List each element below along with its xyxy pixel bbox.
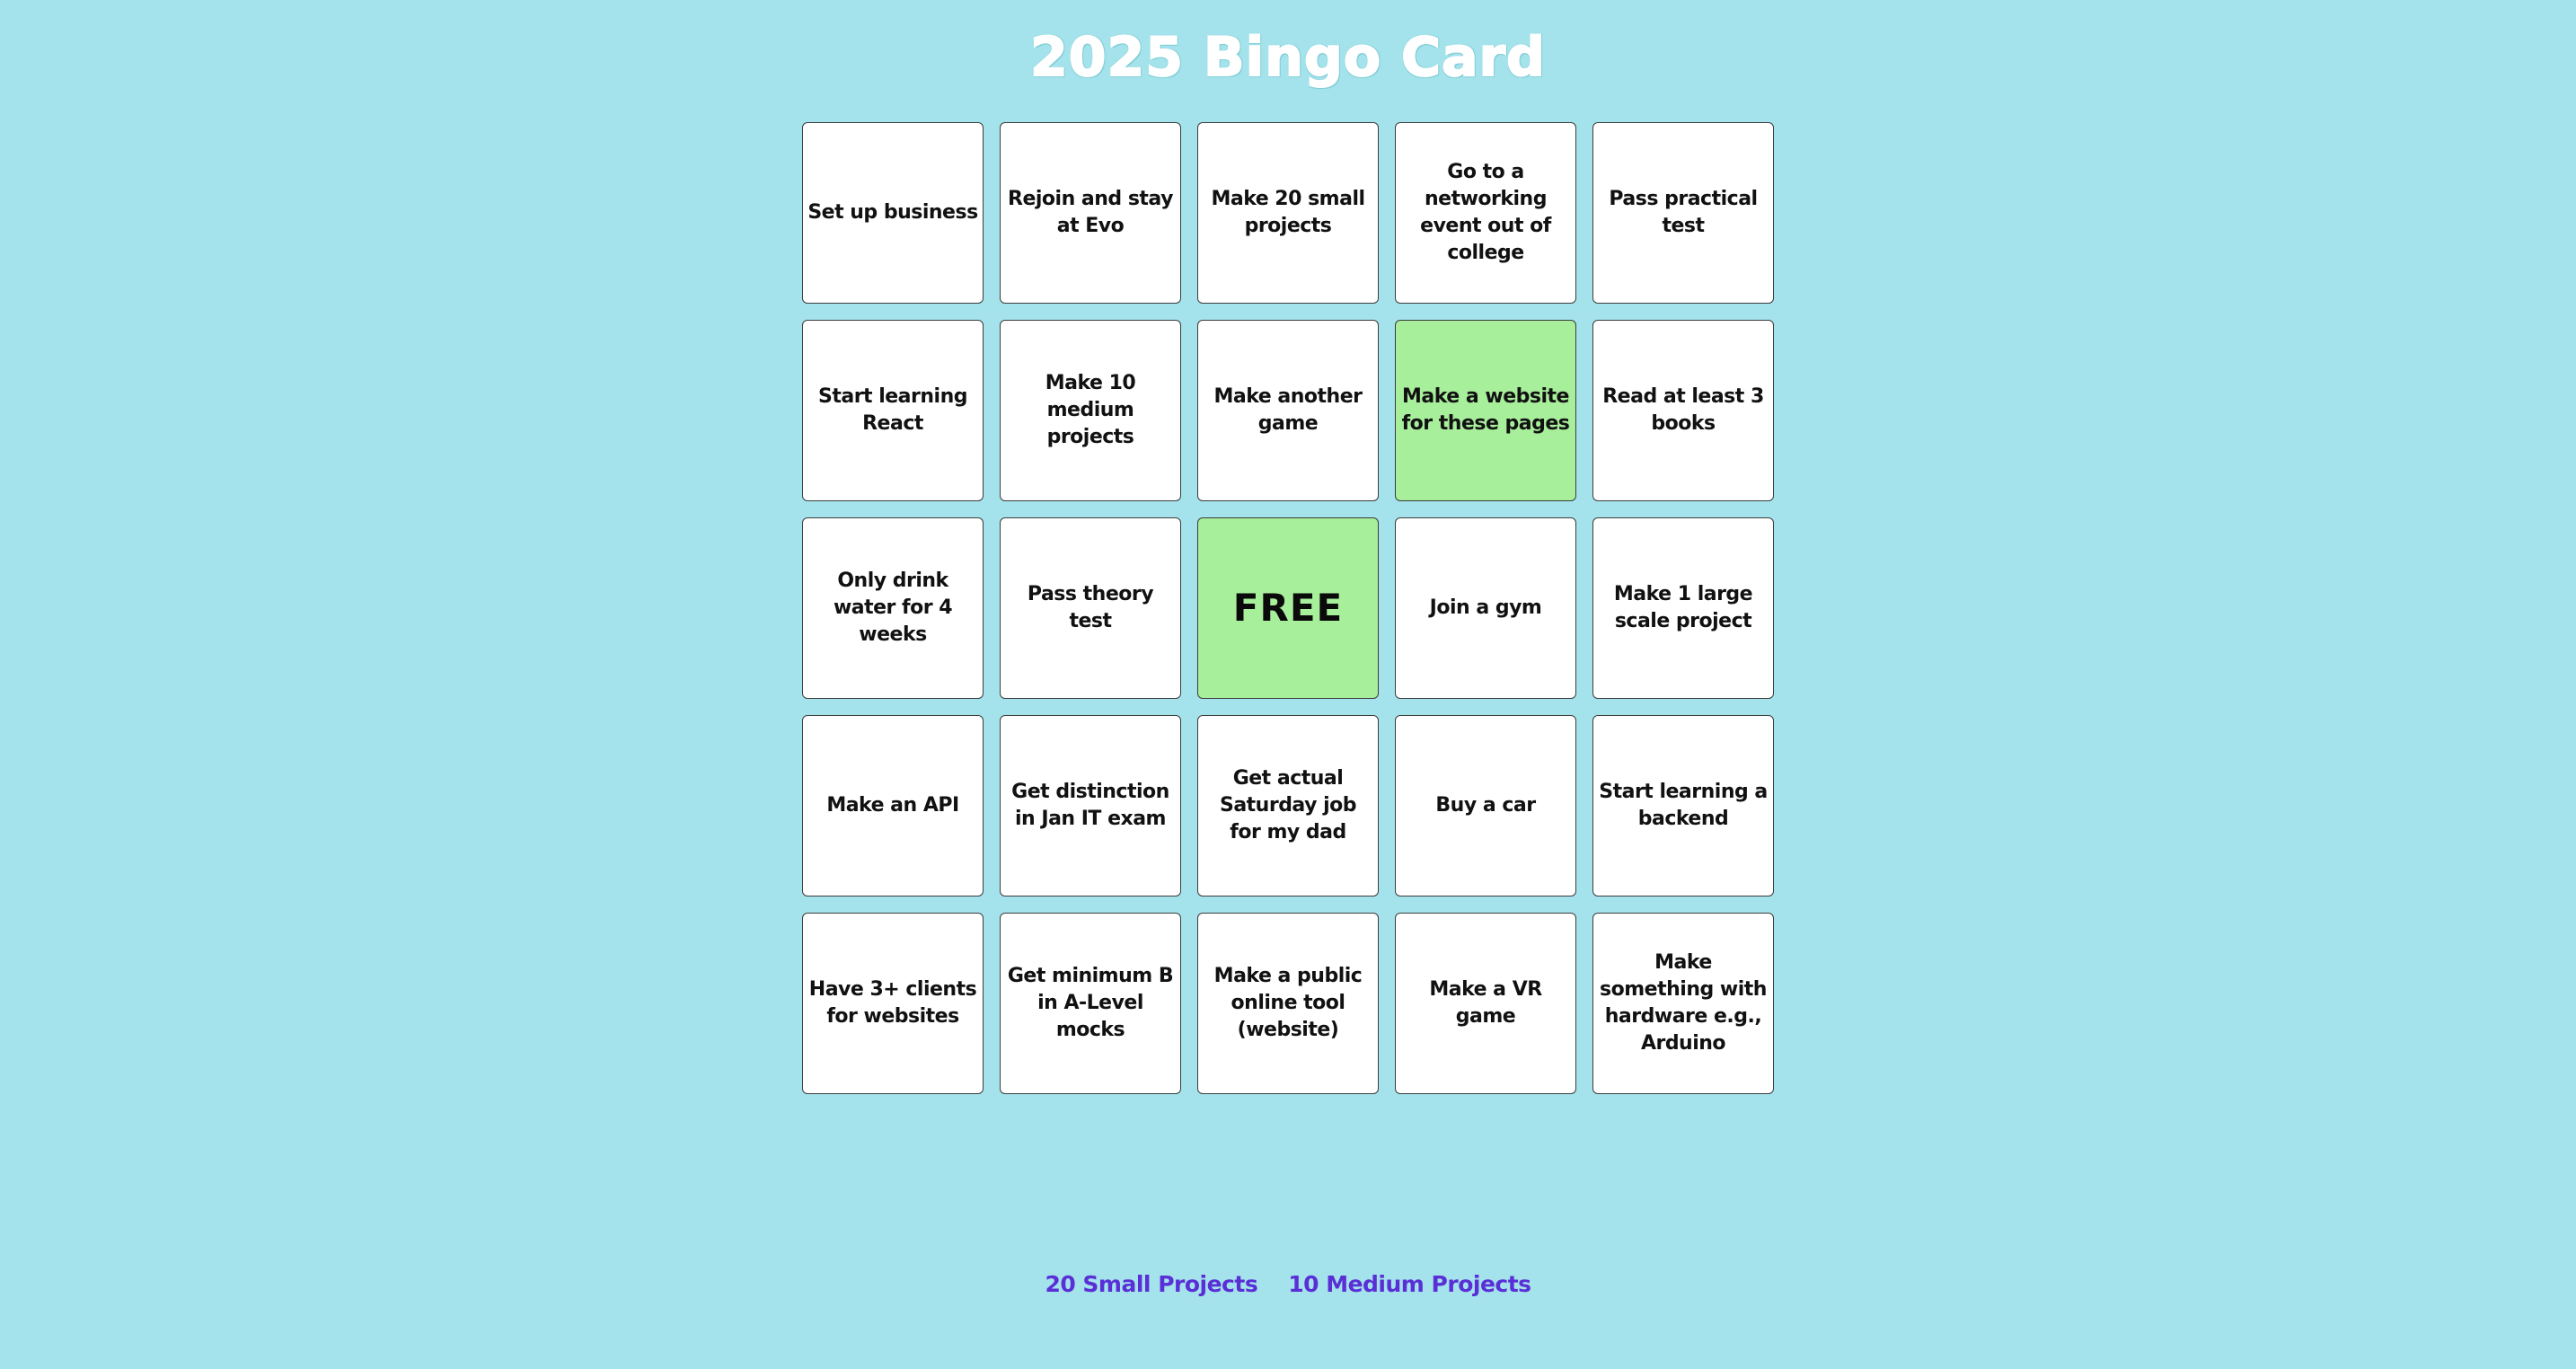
bingo-cell-label: Make a public online tool (website): [1213, 965, 1363, 1041]
bingo-cell-label: Pass theory test: [1027, 583, 1154, 632]
bingo-cell[interactable]: Make 1 large scale project: [1592, 517, 1774, 699]
bingo-cell-label: Make an API: [826, 794, 959, 817]
bingo-cell-label: FREE: [1232, 586, 1344, 630]
bingo-cell-label: Make 20 small projects: [1211, 188, 1365, 237]
link-medium-projects[interactable]: 10 Medium Projects: [1288, 1267, 1531, 1303]
bingo-cell-label: Make 1 large scale project: [1613, 583, 1753, 632]
bingo-cell-label: Make a VR game: [1429, 978, 1542, 1028]
bingo-cell[interactable]: Have 3+ clients for websites: [802, 913, 984, 1094]
bingo-cell[interactable]: Make a VR game: [1395, 913, 1576, 1094]
bingo-cell-label: Have 3+ clients for websites: [808, 978, 977, 1028]
bingo-cell[interactable]: Make 20 small projects: [1197, 122, 1379, 304]
bingo-cell[interactable]: Make something with hardware e.g., Ardui…: [1592, 913, 1774, 1094]
bingo-cell[interactable]: Make a website for these pages: [1395, 320, 1576, 501]
bingo-cell-label: Go to a networking event out of college: [1420, 161, 1551, 264]
bingo-cell-label: Only drink water for 4 weeks: [833, 570, 953, 646]
bingo-cell[interactable]: Start learning React: [802, 320, 984, 501]
bingo-cell-label: Pass practical test: [1609, 188, 1758, 237]
bingo-cell-label: Join a gym: [1429, 596, 1542, 619]
page-title: 2025 Bingo Card: [1029, 25, 1546, 90]
bingo-cell-label: Rejoin and stay at Evo: [1008, 188, 1173, 237]
bingo-cell-label: Set up business: [807, 201, 978, 224]
bingo-cell[interactable]: Rejoin and stay at Evo: [1000, 122, 1181, 304]
bingo-cell[interactable]: Start learning a backend: [1592, 715, 1774, 896]
bingo-cell[interactable]: Go to a networking event out of college: [1395, 122, 1576, 304]
bingo-cell-label: Get distinction in Jan IT exam: [1011, 781, 1169, 830]
bingo-grid: Set up business Rejoin and stay at Evo Mak…: [802, 122, 1774, 1094]
bingo-cell[interactable]: Get actual Saturday job for my dad: [1197, 715, 1379, 896]
bingo-cell[interactable]: Buy a car: [1395, 715, 1576, 896]
bingo-cell[interactable]: Pass practical test: [1592, 122, 1774, 304]
bingo-cell-label: Make a website for these pages: [1401, 385, 1570, 435]
bingo-cell[interactable]: Join a gym: [1395, 517, 1576, 699]
bingo-cell[interactable]: Pass theory test: [1000, 517, 1181, 699]
bingo-cell-label: Make something with hardware e.g., Ardui…: [1600, 951, 1767, 1055]
bingo-cell[interactable]: Make a public online tool (website): [1197, 913, 1379, 1094]
bingo-cell-label: Make another game: [1213, 385, 1363, 435]
bingo-cell[interactable]: Get minimum B in A-Level mocks: [1000, 913, 1181, 1094]
bingo-cell[interactable]: Read at least 3 books: [1592, 320, 1774, 501]
bingo-cell[interactable]: Get distinction in Jan IT exam: [1000, 715, 1181, 896]
bingo-cell-free[interactable]: FREE: [1197, 517, 1379, 699]
bingo-cell-label: Start learning a backend: [1599, 781, 1768, 830]
bingo-cell[interactable]: Make another game: [1197, 320, 1379, 501]
bingo-cell[interactable]: Set up business: [802, 122, 984, 304]
bingo-cell-label: Make 10 medium projects: [1045, 372, 1136, 448]
bingo-cell-label: Buy a car: [1435, 794, 1536, 817]
link-small-projects[interactable]: 20 Small Projects: [1045, 1267, 1257, 1303]
footer-links: 20 Small Projects 10 Medium Projects: [0, 1267, 2576, 1303]
bingo-cell-label: Get minimum B in A-Level mocks: [1007, 965, 1174, 1041]
bingo-cell[interactable]: Only drink water for 4 weeks: [802, 517, 984, 699]
bingo-cell-label: Get actual Saturday job for my dad: [1219, 767, 1357, 843]
bingo-cell-label: Read at least 3 books: [1602, 385, 1764, 435]
bingo-cell[interactable]: Make an API: [802, 715, 984, 896]
bingo-cell[interactable]: Make 10 medium projects: [1000, 320, 1181, 501]
bingo-cell-label: Start learning React: [817, 385, 968, 435]
